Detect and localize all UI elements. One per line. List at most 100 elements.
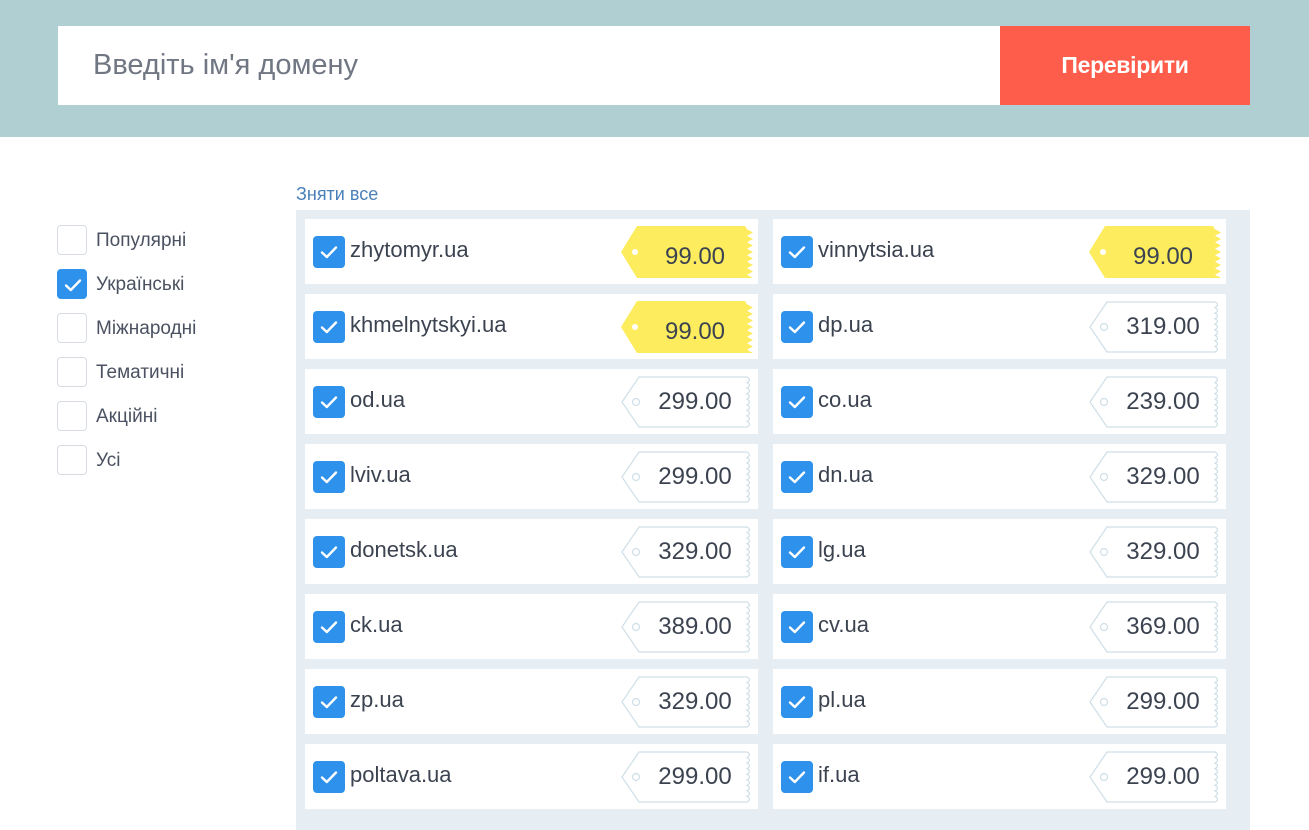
domain-checkbox[interactable] (313, 386, 345, 418)
domain-checkbox[interactable] (781, 461, 813, 493)
domain-name: pl.ua (818, 687, 866, 712)
price-tag: 99.00 (621, 301, 753, 353)
price-value: 299.00 (1126, 763, 1200, 790)
domain-card-zp-ua[interactable]: zp.ua 329.00 (305, 669, 758, 734)
domain-card-vinnytsia-ua[interactable]: vinnytsia.ua 99.00 (773, 219, 1226, 284)
domain-name: lg.ua (818, 537, 866, 562)
filter-item-international[interactable]: Міжнародні (57, 313, 277, 357)
filter-checkbox[interactable] (57, 269, 87, 299)
domain-checkbox[interactable] (781, 536, 813, 568)
domain-name: zhytomyr.ua (350, 237, 469, 262)
filter-item-ukrainian[interactable]: Українські (57, 269, 277, 313)
filter-checkbox[interactable] (57, 313, 87, 343)
domain-name: lviv.ua (350, 462, 411, 487)
domain-card-pl-ua[interactable]: pl.ua 299.00 (773, 669, 1226, 734)
domain-card-dp-ua[interactable]: dp.ua 319.00 (773, 294, 1226, 359)
domain-checkbox[interactable] (313, 311, 345, 343)
domain-name: khmelnytskyi.ua (350, 312, 507, 337)
domain-name: zp.ua (350, 687, 404, 712)
domain-grid: zhytomyr.ua 99.00 vinnytsia.ua 99.00 khm… (305, 219, 1226, 809)
price-value: 319.00 (1126, 313, 1200, 340)
domain-card-co-ua[interactable]: co.ua 239.00 (773, 369, 1226, 434)
check-icon (320, 546, 338, 559)
filter-item-thematic[interactable]: Тематичні (57, 357, 277, 401)
check-domain-button[interactable]: Перевірити (1000, 26, 1250, 105)
domain-checkbox[interactable] (781, 311, 813, 343)
domain-card-zhytomyr-ua[interactable]: zhytomyr.ua 99.00 (305, 219, 758, 284)
check-icon (788, 471, 806, 484)
check-icon (788, 321, 806, 334)
check-icon (788, 396, 806, 409)
filter-item-popular[interactable]: Популярні (57, 225, 277, 269)
price-value: 329.00 (1126, 538, 1200, 565)
domain-results-panel: zhytomyr.ua 99.00 vinnytsia.ua 99.00 khm… (296, 210, 1250, 830)
price-value: 99.00 (1132, 243, 1194, 270)
price-value: 99.00 (664, 243, 726, 270)
domain-name: cv.ua (818, 612, 869, 637)
price-tag: 299.00 (1089, 676, 1221, 728)
filter-checkbox[interactable] (57, 401, 87, 431)
domain-card-lviv-ua[interactable]: lviv.ua 299.00 (305, 444, 758, 509)
check-icon (320, 696, 338, 709)
domain-card-od-ua[interactable]: od.ua 299.00 (305, 369, 758, 434)
domain-checkbox[interactable] (313, 686, 345, 718)
domain-checkbox[interactable] (313, 536, 345, 568)
clear-all-link[interactable]: Зняти все (296, 184, 378, 205)
domain-name: co.ua (818, 387, 872, 412)
filter-label: Популярні (96, 230, 187, 251)
price-tag: 389.00 (621, 601, 753, 653)
filter-item-promo[interactable]: Акційні (57, 401, 277, 445)
domain-card-cv-ua[interactable]: cv.ua 369.00 (773, 594, 1226, 659)
domain-name: od.ua (350, 387, 406, 412)
check-icon (64, 279, 82, 292)
domain-checkbox[interactable] (781, 611, 813, 643)
domain-checkbox[interactable] (313, 611, 345, 643)
price-value: 389.00 (658, 613, 732, 640)
price-value: 299.00 (658, 763, 732, 790)
domain-card-lg-ua[interactable]: lg.ua 329.00 (773, 519, 1226, 584)
price-tag: 99.00 (621, 226, 753, 278)
price-tag: 239.00 (1089, 376, 1221, 428)
domain-card-ck-ua[interactable]: ck.ua 389.00 (305, 594, 758, 659)
price-tag: 319.00 (1089, 301, 1221, 353)
filter-checkbox[interactable] (57, 225, 87, 255)
filter-item-all[interactable]: Усі (57, 445, 277, 489)
check-icon (788, 621, 806, 634)
domain-card-poltava-ua[interactable]: poltava.ua 299.00 (305, 744, 758, 809)
domain-card-donetsk-ua[interactable]: donetsk.ua 329.00 (305, 519, 758, 584)
domain-name: ck.ua (350, 612, 403, 637)
price-value: 99.00 (664, 318, 726, 345)
domain-search-input[interactable] (58, 26, 1000, 105)
price-tag: 329.00 (1089, 451, 1221, 503)
price-tag: 299.00 (621, 451, 753, 503)
price-tag: 299.00 (1089, 751, 1221, 803)
filter-label: Усі (96, 450, 121, 471)
domain-checkbox[interactable] (781, 686, 813, 718)
domain-name: if.ua (818, 762, 860, 787)
price-tag: 329.00 (1089, 526, 1221, 578)
price-value: 329.00 (658, 538, 732, 565)
domain-card-if-ua[interactable]: if.ua 299.00 (773, 744, 1226, 809)
domain-checkbox[interactable] (313, 761, 345, 793)
filter-label: Тематичні (96, 362, 185, 383)
domain-checkbox[interactable] (313, 236, 345, 268)
check-icon (788, 246, 806, 259)
domain-checkbox[interactable] (313, 461, 345, 493)
price-value: 299.00 (1126, 688, 1200, 715)
filter-checkbox[interactable] (57, 445, 87, 475)
price-tag: 329.00 (621, 676, 753, 728)
domain-name: dn.ua (818, 462, 874, 487)
domain-checkbox[interactable] (781, 236, 813, 268)
price-value: 239.00 (1126, 388, 1200, 415)
price-tag: 299.00 (621, 751, 753, 803)
filter-checkbox[interactable] (57, 357, 87, 387)
check-icon (788, 771, 806, 784)
domain-checkbox[interactable] (781, 761, 813, 793)
domain-card-khmelnytskyi-ua[interactable]: khmelnytskyi.ua 99.00 (305, 294, 758, 359)
filter-label: Міжнародні (96, 318, 197, 339)
domain-name: poltava.ua (350, 762, 452, 787)
domain-card-dn-ua[interactable]: dn.ua 329.00 (773, 444, 1226, 509)
domain-checkbox[interactable] (781, 386, 813, 418)
domain-name: dp.ua (818, 312, 874, 337)
filter-label: Українські (96, 274, 185, 295)
